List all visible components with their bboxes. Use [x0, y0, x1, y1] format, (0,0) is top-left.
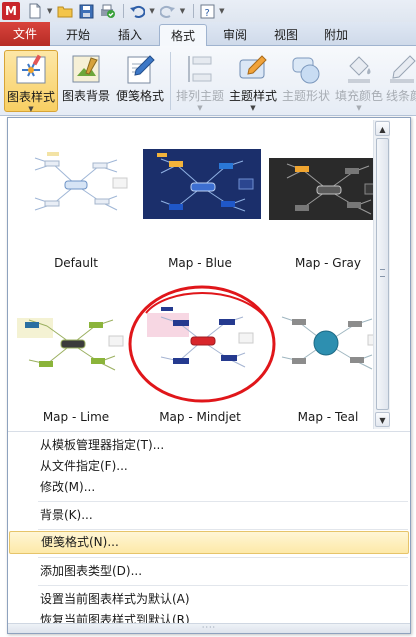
tab-insert[interactable]: 插入 [108, 24, 152, 46]
toolbar-separator [193, 4, 195, 18]
tab-file[interactable]: 文件 [0, 22, 50, 46]
redo-icon[interactable] [159, 2, 177, 20]
topic-shape-button[interactable]: 主题形状 [280, 50, 332, 112]
arrange-topics-button[interactable]: 排列主题 ▼ [174, 50, 226, 112]
menu-item-assign-from-template[interactable]: 从模板管理器指定(T)... [9, 435, 409, 456]
undo-icon[interactable] [128, 2, 146, 20]
ribbon-separator [170, 52, 171, 110]
customize-toolbar-icon[interactable]: ▼ [219, 7, 224, 15]
app-logo[interactable]: M [2, 2, 20, 20]
svg-text:?: ? [204, 8, 209, 19]
gallery-scrollbar[interactable]: ▲ ▼ [373, 120, 390, 429]
note-pencil-icon [127, 55, 155, 84]
chevron-down-icon: ▼ [250, 104, 256, 112]
menu-item-background[interactable]: 背景(K)... [9, 505, 409, 526]
chevron-down-icon[interactable]: ▼ [180, 7, 185, 15]
fill-color-button[interactable]: 填充颜色 ▼ [333, 50, 385, 112]
map-style-label: 图表样式 [6, 90, 55, 104]
gallery-thumb-map-lime[interactable] [13, 308, 131, 378]
tab-review[interactable]: 审阅 [213, 24, 257, 46]
map-background-icon [72, 55, 100, 83]
topic-style-label: 主题样式 [228, 89, 277, 103]
line-color-label: 线条颜 [386, 89, 416, 103]
gallery-label-map-blue: Map - Blue [168, 256, 232, 270]
gallery-thumb-map-blue[interactable] [143, 149, 261, 219]
callout-style-button[interactable]: 便笺格式 [114, 50, 166, 112]
menu-divider [38, 557, 408, 558]
style-gallery: Default Map - Blue Map - Gray Map - Lime… [8, 118, 391, 431]
chevron-down-icon[interactable]: ▼ [149, 7, 154, 15]
scrollbar-thumb[interactable] [376, 138, 389, 410]
menu-item-add-map-type[interactable]: 添加图表类型(D)... [9, 561, 409, 582]
help-icon[interactable]: ? [198, 2, 216, 20]
map-background-label: 图表背景 [61, 89, 110, 103]
menu-divider [38, 501, 408, 502]
gallery-label-map-lime: Map - Lime [42, 410, 110, 424]
gallery-thumb-default[interactable] [17, 150, 135, 220]
chevron-down-icon: ▼ [356, 104, 362, 112]
save-icon[interactable] [77, 2, 95, 20]
arrange-topics-label: 排列主题 [175, 89, 224, 103]
tab-format[interactable]: 格式 [159, 24, 207, 47]
ribbon: 图表样式 ▼ 图表背景 便笺格式 排列主题 ▼ 主题样式 ▼ 主题形状 填充颜色… [0, 46, 416, 116]
highlight-circle [128, 285, 276, 403]
chevron-down-icon[interactable]: ▼ [47, 7, 52, 15]
tab-view[interactable]: 视图 [264, 24, 308, 46]
map-background-button[interactable]: 图表背景 [60, 50, 112, 112]
gallery-label-default: Default [54, 256, 98, 270]
fill-color-label: 填充颜色 [334, 89, 383, 103]
chevron-down-icon: ▼ [28, 105, 34, 113]
arrange-icon [188, 56, 212, 82]
gallery-thumb-map-gray[interactable] [269, 154, 387, 224]
menu-divider [38, 529, 408, 530]
style-menu: 从模板管理器指定(T)... 从文件指定(F)... 修改(M)... 背景(K… [8, 431, 410, 627]
gallery-label-map-mindjet: Map - Mindjet [159, 410, 241, 424]
scroll-up-icon[interactable]: ▲ [375, 121, 390, 136]
new-document-icon[interactable] [26, 2, 44, 20]
menu-divider [38, 585, 408, 586]
topic-style-icon [239, 55, 267, 79]
line-color-button[interactable]: 线条颜 [386, 50, 416, 112]
print-check-icon[interactable] [98, 2, 116, 20]
tab-addins[interactable]: 附加 [314, 24, 358, 46]
menu-item-modify[interactable]: 修改(M)... [9, 477, 409, 498]
paint-bucket-icon [348, 56, 371, 83]
topic-shape-label: 主题形状 [281, 89, 330, 103]
topic-shape-icon [292, 57, 320, 84]
ribbon-tab-bar: 文件 开始 插入 格式 审阅 视图 附加 [0, 22, 416, 47]
chevron-down-icon: ▼ [197, 104, 203, 112]
map-style-icon [16, 54, 46, 84]
toolbar-separator [123, 4, 125, 18]
tab-home[interactable]: 开始 [56, 24, 100, 46]
map-style-button[interactable]: 图表样式 ▼ [4, 50, 58, 113]
scroll-down-icon[interactable]: ▼ [375, 412, 390, 427]
topic-style-button[interactable]: 主题样式 ▼ [227, 50, 279, 112]
map-style-dropdown: Default Map - Blue Map - Gray Map - Lime… [7, 117, 411, 634]
menu-item-callout-format[interactable]: 便笺格式(N)... [9, 531, 409, 554]
open-folder-icon[interactable] [56, 2, 74, 20]
callout-style-label: 便笺格式 [115, 89, 164, 103]
grip-icon [380, 269, 385, 277]
line-pencil-icon [390, 55, 416, 83]
menu-item-assign-from-file[interactable]: 从文件指定(F)... [9, 456, 409, 477]
quick-access-toolbar: M ▼ ▼ ▼ ? ▼ [0, 0, 416, 22]
resize-grip[interactable]: ···· [8, 623, 410, 633]
menu-item-set-default-style[interactable]: 设置当前图表样式为默认(A) [9, 589, 409, 610]
